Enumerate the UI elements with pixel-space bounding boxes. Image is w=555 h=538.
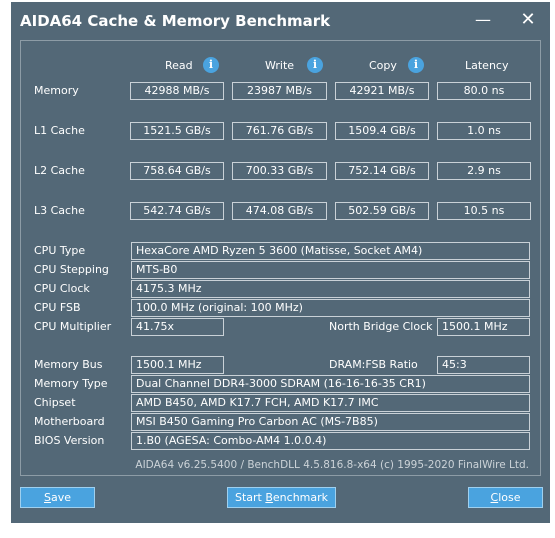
dram-ratio-value: 45:3: [437, 356, 530, 374]
row-label-memory: Memory: [34, 84, 79, 97]
start-label-post: enchmark: [272, 491, 329, 504]
column-read: Read: [165, 59, 193, 72]
cpu-type-value: HexaCore AMD Ryzen 5 3600 (Matisse, Sock…: [131, 242, 530, 260]
write-info-icon[interactable]: i: [307, 57, 323, 73]
cpu-type-label: CPU Type: [34, 244, 86, 257]
window-title: AIDA64 Cache & Memory Benchmark: [20, 12, 331, 30]
save-button[interactable]: Save: [20, 487, 95, 508]
save-mnemonic: S: [43, 491, 51, 504]
cpu-stepping-label: CPU Stepping: [34, 263, 109, 276]
l3-copy-value: 502.59 GB/s: [335, 202, 429, 220]
bios-value: 1.B0 (AGESA: Combo-AM4 1.0.0.4): [131, 432, 530, 450]
column-write: Write: [265, 59, 295, 72]
chipset-label: Chipset: [34, 396, 76, 409]
cpu-stepping-value: MTS-B0: [131, 261, 530, 279]
benchmark-window: AIDA64 Cache & Memory Benchmark — ✕ Read…: [11, 2, 550, 523]
motherboard-value: MSI B450 Gaming Pro Carbon AC (MS-7B85): [131, 413, 530, 431]
close-icon[interactable]: ✕: [514, 8, 542, 32]
l2-latency-value: 2.9 ns: [437, 162, 531, 180]
l2-read-value: 758.64 GB/s: [130, 162, 224, 180]
l1-read-value: 1521.5 GB/s: [130, 122, 224, 140]
memory-read-value: 42988 MB/s: [130, 82, 224, 100]
cpu-multiplier-value: 41.75x: [131, 318, 224, 336]
close-button[interactable]: Close: [468, 487, 543, 508]
start-label-pre: Start: [234, 491, 266, 504]
l2-write-value: 700.33 GB/s: [232, 162, 327, 180]
memory-type-label: Memory Type: [34, 377, 108, 390]
chipset-value: AMD B450, AMD K17.7 FCH, AMD K17.7 IMC: [131, 394, 530, 412]
motherboard-label: Motherboard: [34, 415, 105, 428]
copyright-footer: AIDA64 v6.25.5400 / BenchDLL 4.5.816.8-x…: [135, 459, 529, 471]
column-copy: Copy: [369, 59, 397, 72]
start-mnemonic: B: [265, 491, 273, 504]
column-latency: Latency: [465, 59, 509, 72]
save-label: ave: [50, 491, 71, 504]
nb-clock-value: 1500.1 MHz: [437, 318, 530, 336]
read-info-icon[interactable]: i: [203, 57, 219, 73]
memory-latency-value: 80.0 ns: [437, 82, 531, 100]
cpu-clock-label: CPU Clock: [34, 282, 90, 295]
cpu-fsb-value: 100.0 MHz (original: 100 MHz): [131, 299, 530, 317]
memory-copy-value: 42921 MB/s: [335, 82, 429, 100]
dram-ratio-label: DRAM:FSB Ratio: [329, 358, 418, 371]
row-label-l3: L3 Cache: [34, 204, 85, 217]
l3-latency-value: 10.5 ns: [437, 202, 531, 220]
row-label-l1: L1 Cache: [34, 124, 85, 137]
bios-label: BIOS Version: [34, 434, 105, 447]
row-label-l2: L2 Cache: [34, 164, 85, 177]
memory-bus-label: Memory Bus: [34, 358, 103, 371]
l1-copy-value: 1509.4 GB/s: [335, 122, 429, 140]
l2-copy-value: 752.14 GB/s: [335, 162, 429, 180]
l3-write-value: 474.08 GB/s: [232, 202, 327, 220]
memory-write-value: 23987 MB/s: [232, 82, 327, 100]
start-benchmark-button[interactable]: Start Benchmark: [227, 487, 336, 508]
nb-clock-label: North Bridge Clock: [329, 320, 433, 333]
title-bar: AIDA64 Cache & Memory Benchmark — ✕: [11, 2, 550, 38]
close-label: lose: [498, 491, 521, 504]
l1-latency-value: 1.0 ns: [437, 122, 531, 140]
l3-read-value: 542.74 GB/s: [130, 202, 224, 220]
cpu-multiplier-label: CPU Multiplier: [34, 320, 112, 333]
copy-info-icon[interactable]: i: [408, 57, 424, 73]
minimize-icon[interactable]: —: [469, 8, 497, 32]
cpu-clock-value: 4175.3 MHz: [131, 280, 530, 298]
results-panel: Read i Write i Copy i Latency Memory 429…: [20, 40, 541, 476]
memory-bus-value: 1500.1 MHz: [131, 356, 224, 374]
l1-write-value: 761.76 GB/s: [232, 122, 327, 140]
cpu-fsb-label: CPU FSB: [34, 301, 81, 314]
memory-type-value: Dual Channel DDR4-3000 SDRAM (16-16-16-3…: [131, 375, 530, 393]
